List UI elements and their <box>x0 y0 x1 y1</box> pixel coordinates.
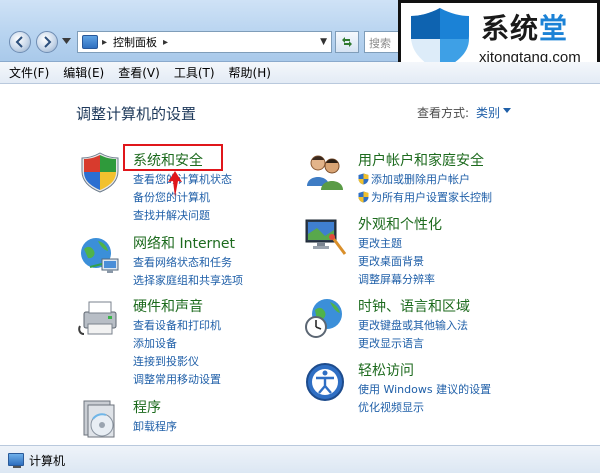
forward-arrow-icon <box>44 36 52 48</box>
link-devices-printers[interactable]: 查看设备和打印机 <box>133 317 221 335</box>
globe-network-icon <box>81 238 119 273</box>
category-title-programs[interactable]: 程序 <box>133 397 161 417</box>
category-title-appearance[interactable]: 外观和个性化 <box>358 214 442 234</box>
menu-bar: 文件(F) 编辑(E) 查看(V) 工具(T) 帮助(H) <box>0 62 600 84</box>
category-links: 更改键盘或其他输入法 更改显示语言 <box>358 317 468 353</box>
chevron-down-icon[interactable] <box>503 108 511 113</box>
programs-disc-icon <box>83 400 115 438</box>
brand-name-accent: 堂 <box>539 12 569 45</box>
address-history-dropdown-icon[interactable]: ▼ <box>320 37 327 47</box>
monitor-palette-icon <box>305 219 347 255</box>
control-panel-content: 调整计算机的设置 查看方式: 类别 系统和安全 查看您的计算机状态 备份您的计算… <box>0 84 600 445</box>
uac-shield-icon <box>358 191 369 203</box>
link-recommended-settings[interactable]: 使用 Windows 建议的设置 <box>358 381 491 399</box>
menu-tools[interactable]: 工具(T) <box>167 64 222 81</box>
category-links: 更改主题 更改桌面背景 调整屏幕分辨率 <box>358 235 435 289</box>
link-change-background[interactable]: 更改桌面背景 <box>358 253 435 271</box>
view-by-dropdown[interactable]: 类别 <box>476 104 500 121</box>
address-bar[interactable]: ▸ 控制面板 ▸ ▼ <box>77 31 332 53</box>
link-display-language[interactable]: 更改显示语言 <box>358 335 468 353</box>
menu-help[interactable]: 帮助(H) <box>222 64 278 81</box>
category-links: 卸载程序 <box>133 418 177 436</box>
category-links: 查看网络状态和任务 选择家庭组和共享选项 <box>133 254 243 290</box>
ease-of-access-icon <box>306 363 344 401</box>
link-parental-controls[interactable]: 为所有用户设置家长控制 <box>358 189 492 207</box>
annotation-arrow-icon <box>168 171 182 197</box>
refresh-button[interactable] <box>335 31 359 53</box>
computer-icon <box>8 453 24 468</box>
link-add-remove-accounts[interactable]: 添加或删除用户帐户 <box>358 171 492 189</box>
back-button[interactable] <box>9 31 31 53</box>
shield-icon <box>81 152 119 193</box>
breadcrumb-separator-icon[interactable]: ▸ <box>163 37 168 48</box>
link-label[interactable]: 添加或删除用户帐户 <box>371 173 470 186</box>
forward-button[interactable] <box>36 31 58 53</box>
category-title-hardware[interactable]: 硬件和声音 <box>133 296 203 316</box>
menu-edit[interactable]: 编辑(E) <box>56 64 111 81</box>
clock-globe-icon <box>305 299 342 338</box>
link-uninstall-program[interactable]: 卸载程序 <box>133 418 177 436</box>
status-bar: 计算机 <box>0 445 600 473</box>
link-network-status[interactable]: 查看网络状态和任务 <box>133 254 243 272</box>
highlight-annotation <box>123 144 223 171</box>
link-add-device[interactable]: 添加设备 <box>133 335 221 353</box>
page-title: 调整计算机的设置 <box>76 105 197 123</box>
link-connect-projector[interactable]: 连接到投影仪 <box>133 353 221 371</box>
category-title-network[interactable]: 网络和 Internet <box>133 233 235 253</box>
link-optimize-display[interactable]: 优化视频显示 <box>358 399 491 417</box>
link-troubleshoot[interactable]: 查找并解决问题 <box>133 207 232 225</box>
view-by-label: 查看方式: <box>417 106 470 120</box>
link-change-theme[interactable]: 更改主题 <box>358 235 435 253</box>
control-panel-icon <box>82 35 98 49</box>
category-title-ease-access[interactable]: 轻松访问 <box>358 360 414 380</box>
status-text: 计算机 <box>29 454 66 468</box>
menu-view[interactable]: 查看(V) <box>111 64 167 81</box>
link-label[interactable]: 为所有用户设置家长控制 <box>371 191 492 204</box>
category-title-user-accounts[interactable]: 用户帐户和家庭安全 <box>358 150 484 170</box>
breadcrumb-separator-icon[interactable]: ▸ <box>102 37 107 48</box>
recent-pages-dropdown-icon[interactable] <box>62 38 71 44</box>
brand-name-main: 系统 <box>481 12 540 45</box>
link-mobility-settings[interactable]: 调整常用移动设置 <box>133 371 221 389</box>
link-screen-resolution[interactable]: 调整屏幕分辨率 <box>358 271 435 289</box>
category-links: 查看设备和打印机 添加设备 连接到投影仪 调整常用移动设置 <box>133 317 221 389</box>
uac-shield-icon <box>358 173 369 185</box>
brand-name: 系统堂 <box>481 7 568 47</box>
printer-icon <box>78 301 117 335</box>
link-keyboard-input[interactable]: 更改键盘或其他输入法 <box>358 317 468 335</box>
category-links: 添加或删除用户帐户 为所有用户设置家长控制 <box>358 171 492 207</box>
category-title-clock-region[interactable]: 时钟、语言和区域 <box>358 296 470 316</box>
users-icon <box>307 155 343 190</box>
link-homegroup-sharing[interactable]: 选择家庭组和共享选项 <box>133 272 243 290</box>
menu-file[interactable]: 文件(F) <box>0 64 56 81</box>
back-arrow-icon <box>15 36 23 48</box>
refresh-icon <box>342 37 352 47</box>
breadcrumb-control-panel[interactable]: 控制面板 <box>113 34 157 50</box>
category-links: 使用 Windows 建议的设置 优化视频显示 <box>358 381 491 417</box>
